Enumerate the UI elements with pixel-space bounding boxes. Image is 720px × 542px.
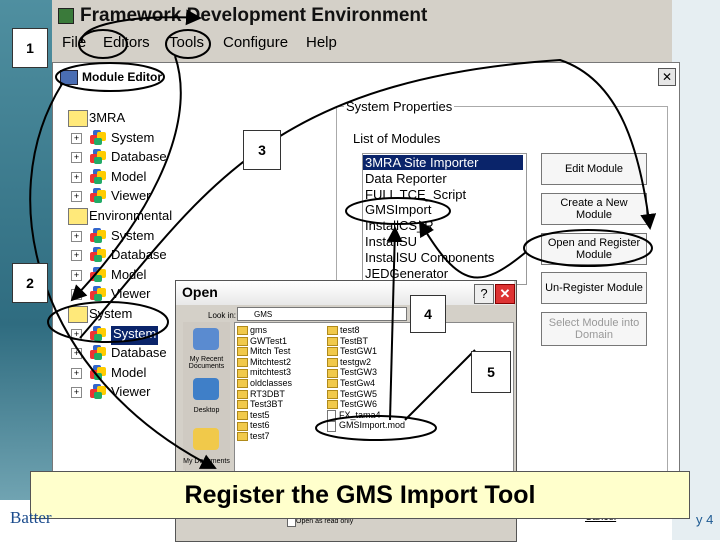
arrow-step5-connector (404, 349, 476, 421)
step-badge-4: 4 (410, 295, 446, 333)
highlight-gmsimport (345, 197, 451, 225)
arrow-tools-to-tree (70, 55, 182, 302)
step-badge-2: 2 (12, 263, 48, 303)
highlight-open-register (523, 229, 653, 267)
step-badge-1: 1 (12, 28, 48, 68)
highlight-gmsimport-mod (315, 415, 437, 441)
step-badge-3: 3 (243, 130, 281, 170)
arrow-mod-to-list (386, 226, 403, 421)
arrow-editor-to-dialog (29, 83, 217, 469)
highlight-file-menu (78, 29, 128, 59)
arrow-system-to-register (79, 58, 657, 339)
highlight-system-node (47, 301, 169, 343)
highlight-tools-menu (165, 29, 211, 59)
step-badge-5: 5 (471, 351, 511, 393)
arrow-register-to-gmsimport (418, 220, 527, 279)
highlight-module-editor-title (55, 62, 165, 92)
annotation-overlay (29, 9, 657, 469)
